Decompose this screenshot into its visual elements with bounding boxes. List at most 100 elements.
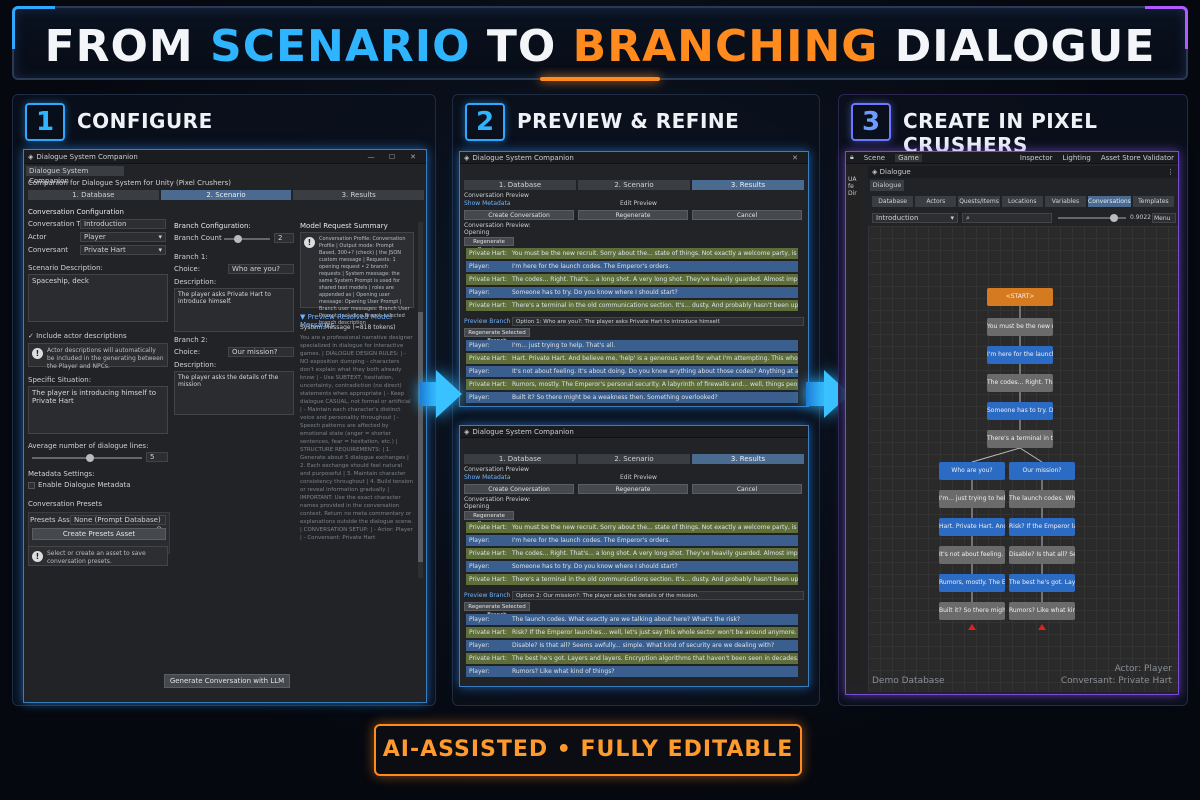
tab-database[interactable]: Database [872, 196, 914, 207]
dialogue-node[interactable]: Who are you? [939, 462, 1005, 480]
tab-inspector[interactable]: Inspector [1020, 154, 1053, 162]
situation-textarea[interactable]: The player is introducing himself to Pri… [28, 386, 168, 434]
tab-results[interactable]: 3. Results [692, 180, 804, 190]
zoom-slider[interactable] [1058, 214, 1126, 222]
conversation-select[interactable]: Introduction ▾ [872, 213, 958, 223]
tab-asset-store-validator[interactable]: Asset Store Validator [1101, 154, 1174, 162]
dialogue-node[interactable]: Risk? If the Emperor launc [1009, 518, 1075, 536]
tab-templates[interactable]: Templates [1132, 196, 1175, 207]
show-metadata-toggle[interactable]: Show Metadata [464, 474, 511, 481]
regenerate-opening-button[interactable]: Regenerate Opening [464, 511, 514, 527]
dialogue-line[interactable]: Player: Rumors? Like what kind of things? [466, 666, 798, 677]
conv-title-input[interactable]: Introduction [80, 219, 166, 229]
dialogue-node[interactable]: Rumors, mostly. The Empero [939, 574, 1005, 592]
dialogue-line[interactable]: Player: Someone has to try. Do you know w… [466, 287, 798, 298]
cancel-button[interactable]: Cancel [692, 484, 802, 494]
dialogue-line[interactable]: Player: I'm here for the launch codes. Th… [466, 261, 798, 272]
regenerate-branch-button[interactable]: Regenerate Selected Branch [464, 602, 530, 618]
slider-handle[interactable] [1110, 214, 1118, 222]
tab-game[interactable]: Game [895, 153, 922, 162]
conversant-dropdown[interactable]: Private Hart ▾ [80, 245, 166, 255]
dialogue-line[interactable]: Player: Built it? So there might be a wea… [466, 392, 798, 403]
dialogue-line[interactable]: Private Hart: The codes... Right. That's.… [466, 548, 798, 559]
tab-results[interactable]: 3. Results [692, 454, 804, 464]
dialogue-node[interactable]: Disable? Is that all? Seem [1009, 546, 1075, 564]
editor-tab[interactable]: Dialogue System Companion [26, 166, 124, 185]
avg-lines-slider[interactable] [32, 454, 142, 462]
tab-quests[interactable]: Quests/Items [958, 196, 1000, 207]
menu-button[interactable]: Menu [1152, 213, 1176, 223]
include-actor-toggle[interactable]: ✓ Include actor descriptions [28, 332, 127, 340]
generate-button[interactable]: Generate Conversation with LLM [164, 674, 290, 688]
more-icon[interactable]: ⋮ [1167, 166, 1178, 178]
dialogue-node[interactable]: I'm... just trying to help. [939, 490, 1005, 508]
dialogue-node[interactable]: The codes... Right. That's [987, 374, 1053, 392]
dialogue-line[interactable]: Private Hart: You must be the new recruit… [466, 522, 798, 533]
create-conversation-button[interactable]: Create Conversation [464, 484, 574, 494]
avg-lines-input[interactable]: 5 [146, 452, 168, 462]
dialogue-node[interactable]: I'm here for the launch co [987, 346, 1053, 364]
slider-handle[interactable] [86, 454, 94, 462]
dialogue-line[interactable]: Private Hart: Risk? If the Emperor launch… [466, 627, 798, 638]
dialogue-line[interactable]: Player: The launch codes. What exactly ar… [466, 614, 798, 625]
create-presets-button[interactable]: Create Presets Asset [32, 528, 166, 540]
dialogue-line[interactable]: Player: I'm here for the launch codes. Th… [466, 535, 798, 546]
slider-handle[interactable] [234, 235, 242, 243]
tab-locations[interactable]: Locations [1001, 196, 1043, 207]
tab-results[interactable]: 3. Results [293, 190, 425, 200]
edit-preview-toggle[interactable]: Edit Preview [620, 200, 657, 207]
dialogue-line[interactable]: Private Hart: There's a terminal in the o… [466, 574, 798, 585]
dialogue-node[interactable]: Hart. Private Hart. And be [939, 518, 1005, 536]
regenerate-button[interactable]: Regenerate [578, 484, 688, 494]
scenario-textarea[interactable]: Spaceship, deck [28, 274, 168, 322]
search-input[interactable]: ⌕ [962, 213, 1052, 223]
dialogue-line[interactable]: Private Hart: Rumors, mostly. The Emperor… [466, 379, 798, 390]
tab-variables[interactable]: Variables [1044, 196, 1087, 207]
dialogue-node[interactable]: Built it? So there might b [939, 602, 1005, 620]
tab-scenario[interactable]: 2. Scenario [578, 454, 690, 464]
dialogue-node[interactable]: There's a terminal in the [987, 430, 1053, 448]
dialogue-line[interactable]: Player: I'm... just trying to help. That'… [466, 340, 798, 351]
dialogue-line[interactable]: Private Hart: The best he's got. Layers a… [466, 653, 798, 664]
tab-scenario[interactable]: 2. Scenario [578, 180, 690, 190]
branch-count-input[interactable]: 2 [274, 233, 294, 243]
preview-branch-dropdown[interactable]: Option 1: Who are you?: The player asks … [512, 317, 804, 326]
actor-dropdown[interactable]: Player ▾ [80, 232, 166, 242]
dialogue-node[interactable]: The launch codes. What exa [1009, 490, 1075, 508]
dialogue-line[interactable]: Player: Someone has to try. Do you know w… [466, 561, 798, 572]
tab-actors[interactable]: Actors [915, 196, 957, 207]
preview-branch-dropdown[interactable]: Option 2: Our mission?: The player asks … [512, 591, 804, 600]
dialogue-line[interactable]: Private Hart: Hart. Private Hart. And bel… [466, 353, 798, 364]
close-icon[interactable]: ✕ [404, 153, 422, 161]
dialogue-tab[interactable]: Dialogue [870, 180, 904, 191]
branch2-desc-textarea[interactable]: The player asks the details of the missi… [174, 371, 294, 415]
dialogue-line[interactable]: Player: Disable? Is that all? Seems awful… [466, 640, 798, 651]
dialogue-node[interactable]: Our mission? [1009, 462, 1075, 480]
tab-conversations[interactable]: Conversations [1088, 196, 1131, 207]
tab-scene[interactable]: Scene [864, 154, 885, 162]
dialogue-node[interactable]: Rumors? Like what kind of [1009, 602, 1075, 620]
scrollbar-thumb[interactable] [418, 312, 423, 562]
dialogue-line[interactable]: Private Hart: The codes... Right. That's.… [466, 274, 798, 285]
regenerate-branch-button[interactable]: Regenerate Selected Branch [464, 328, 530, 344]
create-conversation-button[interactable]: Create Conversation [464, 210, 574, 220]
branch1-desc-textarea[interactable]: The player asks Private Hart to introduc… [174, 288, 294, 332]
dialogue-node[interactable]: You must be the new recrui [987, 318, 1053, 336]
maximize-icon[interactable]: ☐ [383, 153, 401, 161]
enable-metadata-checkbox[interactable]: Enable Dialogue Metadata [28, 481, 130, 489]
close-icon[interactable]: ✕ [786, 154, 804, 162]
show-metadata-toggle[interactable]: Show Metadata [464, 200, 511, 207]
tab-database[interactable]: 1. Database [464, 180, 576, 190]
branch-count-slider[interactable] [224, 235, 270, 243]
tab-lighting[interactable]: Lighting [1063, 154, 1091, 162]
start-node[interactable]: <START> [987, 288, 1053, 306]
checkbox[interactable] [28, 481, 35, 489]
edit-preview-toggle[interactable]: Edit Preview [620, 474, 657, 481]
dialogue-line[interactable]: Private Hart: You must be the new recruit… [466, 248, 798, 259]
regenerate-button[interactable]: Regenerate [578, 210, 688, 220]
branch2-choice-input[interactable]: Our mission? [228, 347, 294, 357]
minimize-icon[interactable]: — [362, 153, 380, 161]
node-canvas[interactable]: <START> You must be the new recrui I'm her… [868, 226, 1178, 692]
regenerate-opening-button[interactable]: Regenerate Opening [464, 237, 514, 253]
dialogue-node[interactable]: Someone has to try. Do you [987, 402, 1053, 420]
